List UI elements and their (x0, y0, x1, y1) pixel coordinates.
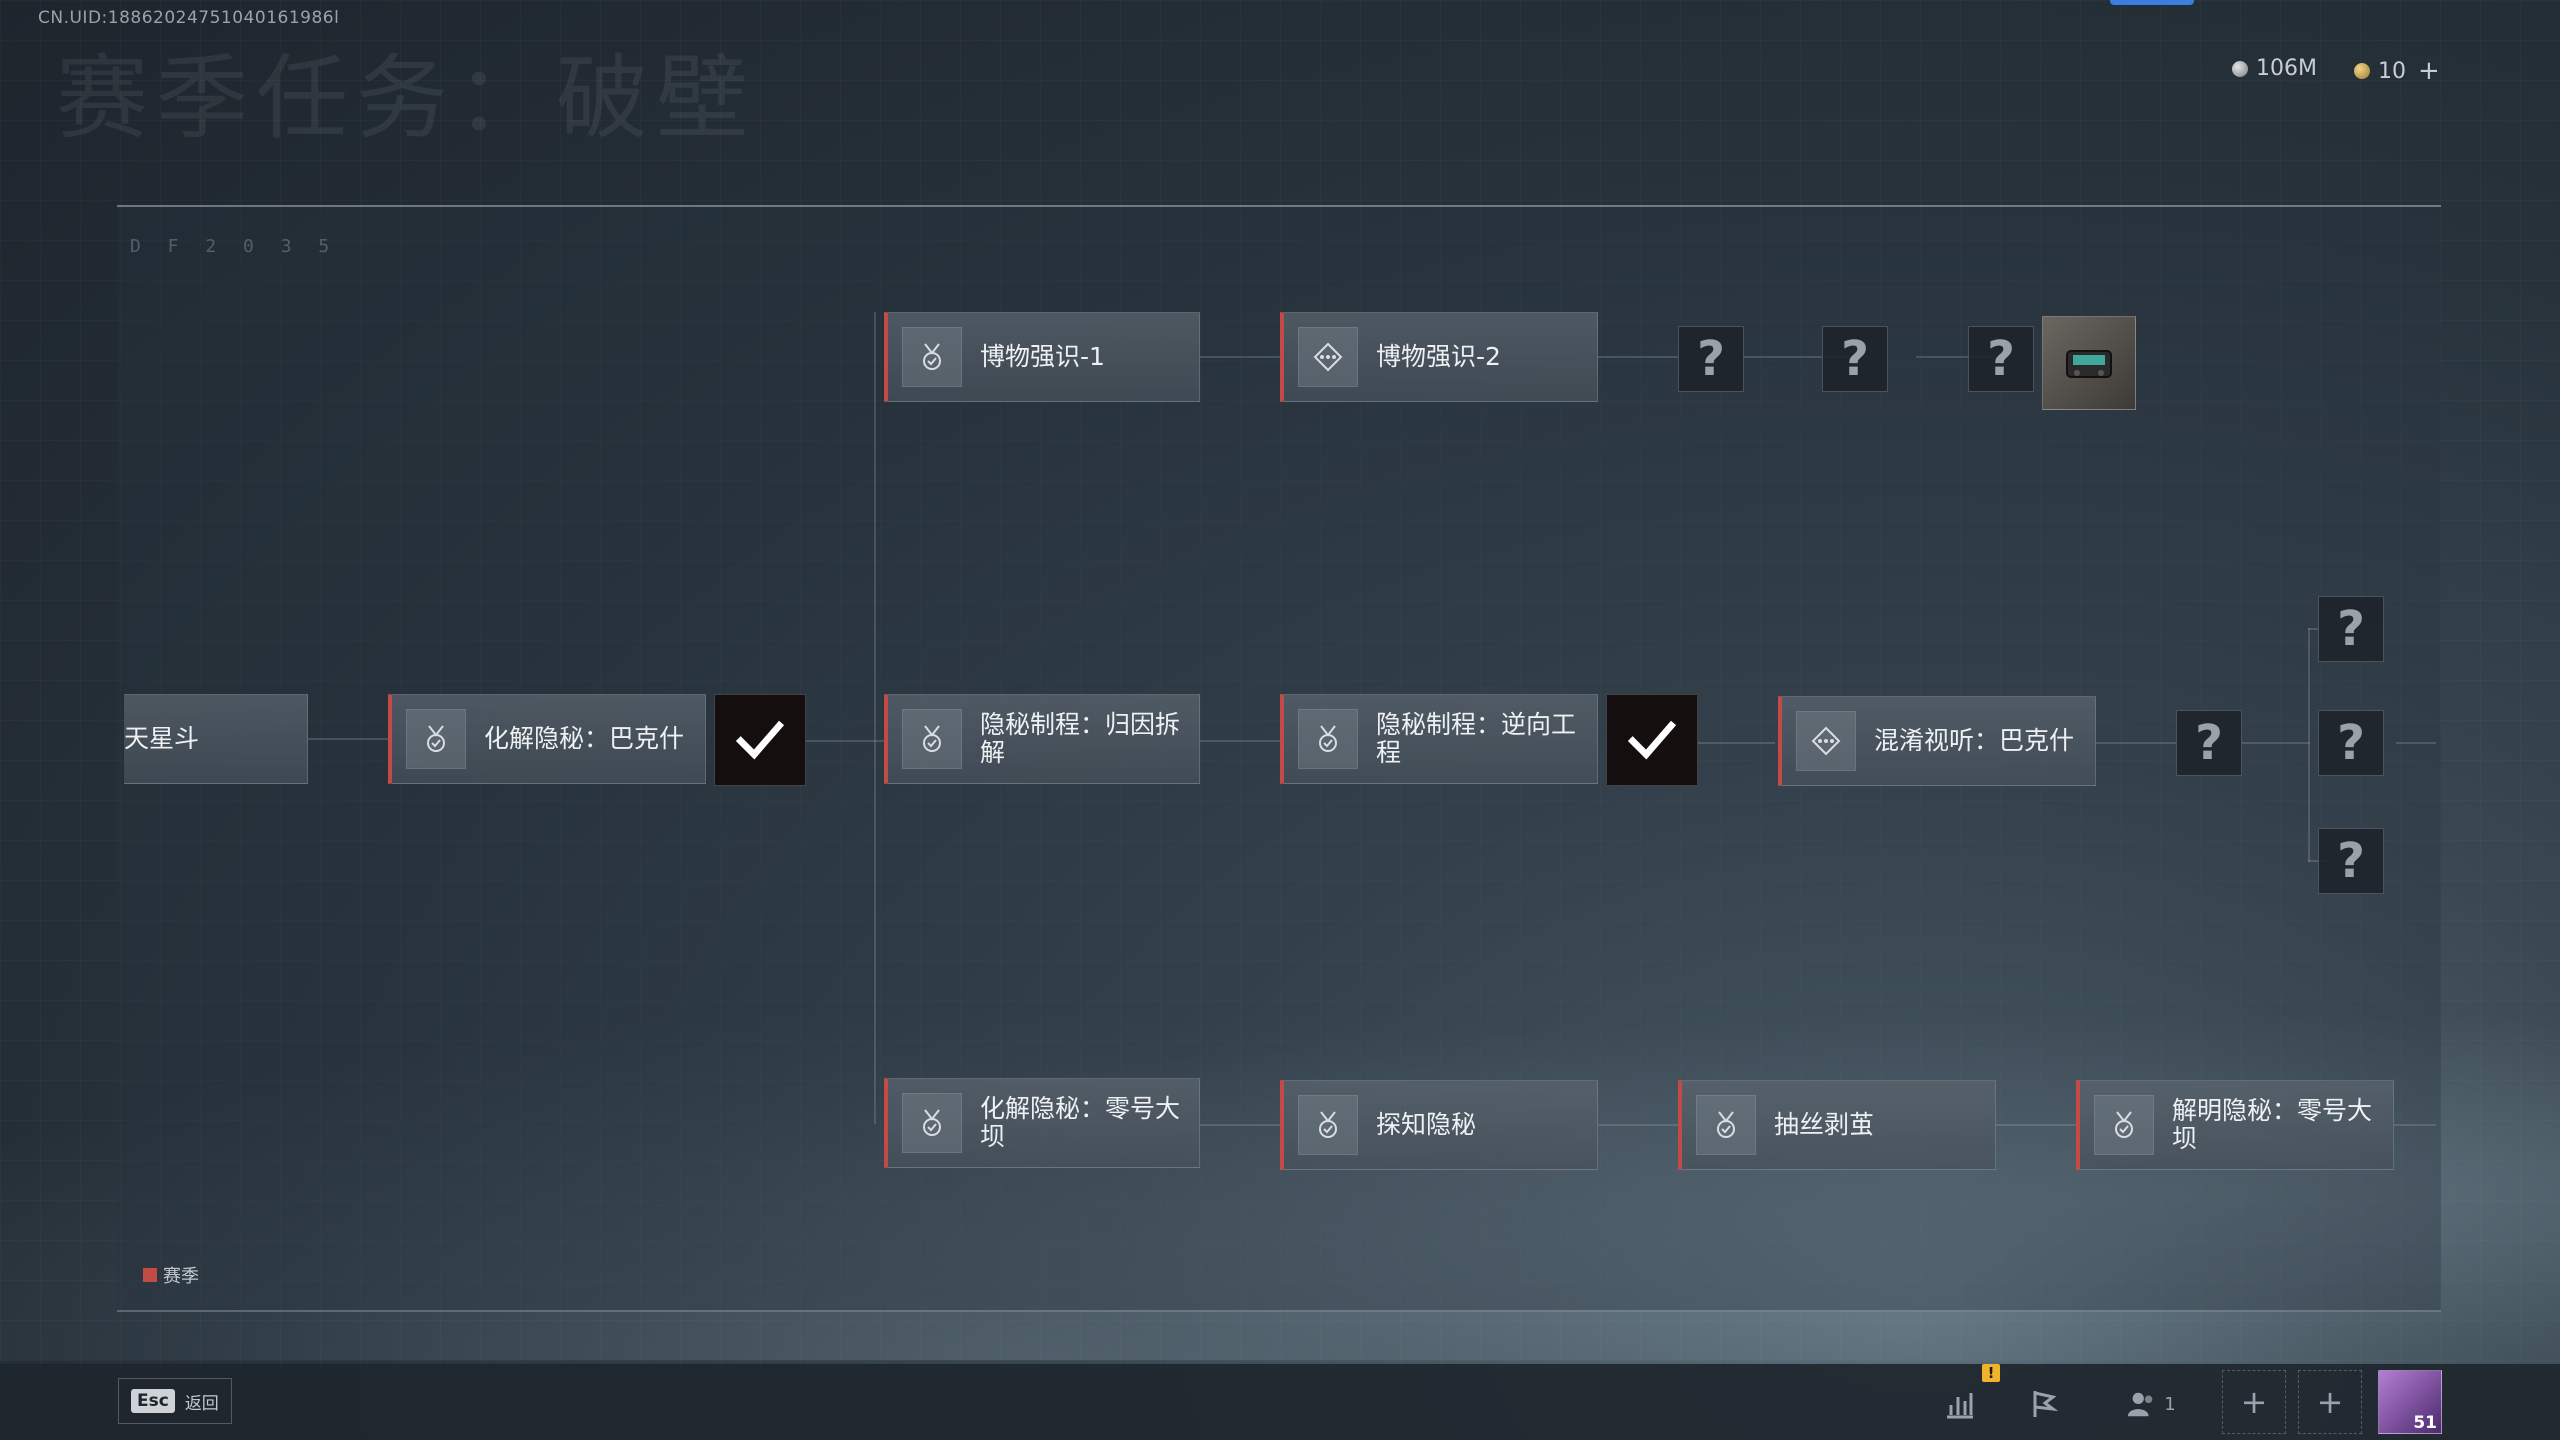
medal-check-icon (902, 709, 962, 769)
add-slot-button[interactable]: + (2298, 1370, 2362, 1434)
task-node-huajie-dam[interactable]: 化解隐秘：零号大坝 (884, 1078, 1200, 1168)
connector (1695, 742, 1775, 744)
connector (1200, 1124, 1280, 1126)
medal-check-icon (406, 709, 466, 769)
gold-amount: 10 (2378, 58, 2406, 84)
locked-node[interactable]: ? (2318, 596, 2384, 662)
task-node-huajie-bakeshi[interactable]: 化解隐秘：巴克什 (388, 694, 706, 784)
task-node-jieming[interactable]: 解明隐秘：零号大坝 (2076, 1080, 2394, 1170)
panel-code-deco: D F 2 0 3 5 (130, 236, 338, 257)
task-node-hunxiao[interactable]: 混淆视听：巴克什 (1778, 696, 2096, 786)
medal-check-icon (1298, 1095, 1358, 1155)
season-swatch (143, 1268, 157, 1282)
add-slot-button[interactable]: + (2222, 1370, 2286, 1434)
connector (2396, 742, 2436, 744)
task-label: 解明隐秘：零号大坝 (2172, 1096, 2373, 1153)
plus-icon: + (2316, 1383, 2344, 1421)
bar-chart-icon[interactable] (1938, 1382, 1982, 1426)
checkmark-icon (735, 720, 785, 760)
case-item-icon (2066, 350, 2112, 378)
silver-coin-icon (2232, 60, 2248, 77)
friends-count: 1 (2164, 1393, 2176, 1415)
task-node-nixiang[interactable]: 隐秘制程：逆向工程 (1280, 694, 1598, 784)
connector (1598, 356, 1678, 358)
task-label: 隐秘制程：归因拆解 (980, 710, 1181, 767)
locked-node[interactable]: ? (2176, 710, 2242, 776)
top-accent-tab[interactable] (2110, 0, 2194, 5)
connector (2394, 1124, 2436, 1126)
task-node-bowu-1[interactable]: 博物强识-1 (884, 312, 1200, 402)
legend-label: 赛季 (163, 1266, 199, 1287)
plus-icon: + (2240, 1383, 2268, 1421)
task-label: 混淆视听：巴克什 (1874, 726, 2075, 755)
esc-key: Esc (131, 1389, 175, 1413)
task-node-tanzhi[interactable]: 探知隐秘 (1280, 1080, 1598, 1170)
task-label: 化解隐秘：零号大坝 (980, 1094, 1181, 1151)
connector (308, 738, 388, 740)
checkmark-icon (1627, 720, 1677, 760)
task-node-bowu-2[interactable]: 博物强识-2 (1280, 312, 1598, 402)
back-label: 返回 (184, 1393, 219, 1414)
reward-item-box[interactable] (2042, 316, 2136, 410)
task-label: 博物强识-1 (980, 342, 1105, 371)
connector (2096, 742, 2176, 744)
gold-coin-icon (2354, 63, 2370, 79)
task-label: 博物强识-2 (1376, 342, 1501, 371)
medal-check-icon (902, 1093, 962, 1153)
locked-node[interactable]: ? (1968, 326, 2034, 392)
friends-icon (2128, 1392, 2153, 1417)
locked-node[interactable]: ? (1822, 326, 1888, 392)
task-node-chousi[interactable]: 抽丝剥茧 (1678, 1080, 1996, 1170)
task-label: 探知隐秘 (1376, 1110, 1477, 1139)
back-button[interactable]: Esc 返回 (118, 1378, 232, 1424)
avatar[interactable]: 51 (2378, 1370, 2442, 1434)
task-node-partial[interactable]: 天星斗 (124, 694, 308, 784)
connector (1200, 740, 1280, 742)
completed-reward[interactable] (1606, 694, 1698, 786)
warning-badge: ! (1982, 1364, 2000, 1382)
locked-node[interactable]: ? (2318, 710, 2384, 776)
task-label: 化解隐秘：巴克什 (484, 724, 685, 753)
connector (2240, 742, 2310, 744)
task-label: 隐秘制程：逆向工程 (1376, 710, 1577, 767)
medal-check-icon (2094, 1095, 2154, 1155)
diamond-dots-icon (1796, 711, 1856, 771)
page-title: 赛季任务：破壁 (56, 45, 757, 152)
connector (1200, 356, 1280, 358)
task-label: 天星斗 (124, 724, 200, 753)
legend: 赛季 (143, 1262, 199, 1288)
gold-currency: 10 + (2354, 56, 2440, 86)
medal-check-icon (1696, 1095, 1756, 1155)
task-label: 抽丝剥茧 (1774, 1110, 1875, 1139)
medal-check-icon (1298, 709, 1358, 769)
branch-connector (2308, 628, 2310, 862)
silver-currency: 106M (2232, 56, 2317, 81)
diamond-dots-icon (1298, 327, 1358, 387)
flag-icon[interactable] (2022, 1382, 2066, 1426)
add-currency-button[interactable]: + (2418, 56, 2440, 86)
connector (1598, 1124, 1678, 1126)
trunk-connector (874, 312, 876, 1124)
connector (1996, 1124, 2076, 1126)
silver-amount: 106M (2256, 56, 2317, 81)
friends-button[interactable]: 1 (2116, 1382, 2186, 1426)
player-level: 51 (2413, 1413, 2437, 1433)
locked-node[interactable]: ? (2318, 828, 2384, 894)
task-node-guiyin[interactable]: 隐秘制程：归因拆解 (884, 694, 1200, 784)
connector (805, 740, 885, 742)
locked-node[interactable]: ? (1678, 326, 1744, 392)
completed-reward[interactable] (714, 694, 806, 786)
medal-check-icon (902, 327, 962, 387)
